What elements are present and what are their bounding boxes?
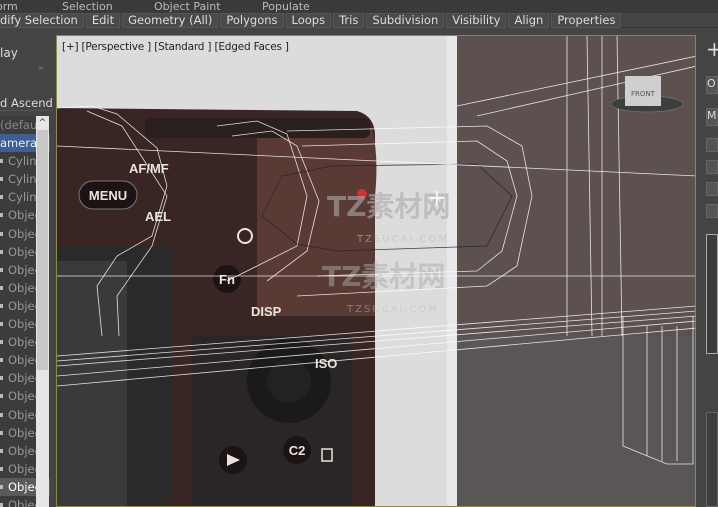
- scroll-up-icon[interactable]: ^: [36, 116, 49, 130]
- viewcube-front: FRONT: [631, 90, 656, 98]
- scroll-thumb[interactable]: [37, 130, 48, 370]
- grid-floor: [455, 336, 695, 506]
- menu-label: MENU: [89, 188, 127, 203]
- viewport-label[interactable]: [+] [Perspective ] [Standard ] [Edged Fa…: [62, 41, 289, 53]
- watermark-en-2: TZSUCAI.COM: [346, 304, 439, 315]
- ribbon-tab-properties[interactable]: Properties: [551, 12, 622, 28]
- top-tab-strip: orm Selection Object Paint Populate: [0, 0, 718, 13]
- scene-explorer: lay » d Ascendin (defaulamera_CylincCyli…: [0, 28, 53, 507]
- modifier-button-1[interactable]: [706, 138, 718, 152]
- disp-label: DISP: [251, 304, 282, 319]
- command-panel: + O M: [698, 28, 718, 507]
- perspective-viewport[interactable]: [+] [Perspective ] [Standard ] [Edged Fa…: [56, 35, 696, 507]
- scrollbar[interactable]: ^: [36, 116, 49, 507]
- expand-icon[interactable]: »: [38, 63, 44, 74]
- ribbon-tab-subdivision[interactable]: Subdivision: [366, 12, 445, 28]
- ribbon-tab-dify-selection[interactable]: dify Selection: [0, 12, 84, 28]
- rollout-panel[interactable]: [706, 412, 718, 507]
- modifier-list-dropdown[interactable]: M: [706, 108, 718, 126]
- ribbon-tab-align[interactable]: Align: [508, 12, 550, 28]
- watermark-en: TZSUCAI.COM: [356, 234, 449, 245]
- ribbon-tab-tris[interactable]: Tris: [333, 12, 365, 28]
- modifier-button-2[interactable]: [706, 160, 718, 174]
- modifier-button-4[interactable]: [706, 204, 718, 218]
- modifier-button-3[interactable]: [706, 182, 718, 196]
- tab-populate[interactable]: Populate: [262, 0, 310, 13]
- sort-header[interactable]: d Ascendin: [0, 96, 53, 111]
- ribbon-tab-visibility[interactable]: Visibility: [446, 12, 507, 28]
- watermark-cn-2: TZ素材网: [322, 260, 445, 293]
- display-label[interactable]: lay: [0, 46, 18, 60]
- tab-selection[interactable]: Selection: [62, 0, 113, 13]
- ribbon-tab-edit[interactable]: Edit: [85, 12, 121, 28]
- iso-label: ISO: [315, 356, 337, 371]
- object-name-field[interactable]: O: [706, 76, 718, 94]
- ribbon-tab-geometry-all[interactable]: Geometry (All): [122, 12, 219, 28]
- ribbon-tab-loops[interactable]: Loops: [285, 12, 332, 28]
- viewport-scene: MENU AF/MF AEL Fn DISP ISO C2 TZ素材网 TZSU…: [57, 36, 695, 506]
- create-tab-icon[interactable]: +: [706, 42, 718, 64]
- ribbon-tab-polygons[interactable]: Polygons: [220, 12, 284, 28]
- c2-label: C2: [289, 443, 306, 458]
- tab-freeform[interactable]: orm: [0, 0, 18, 13]
- fn-label: Fn: [219, 272, 235, 287]
- modeling-ribbon: dify Selection Edit Geometry (All) Polygons…: [0, 12, 718, 28]
- modifier-stack[interactable]: [706, 234, 718, 354]
- tab-object-paint[interactable]: Object Paint: [154, 0, 221, 13]
- watermark-cn: TZ素材网: [327, 190, 450, 223]
